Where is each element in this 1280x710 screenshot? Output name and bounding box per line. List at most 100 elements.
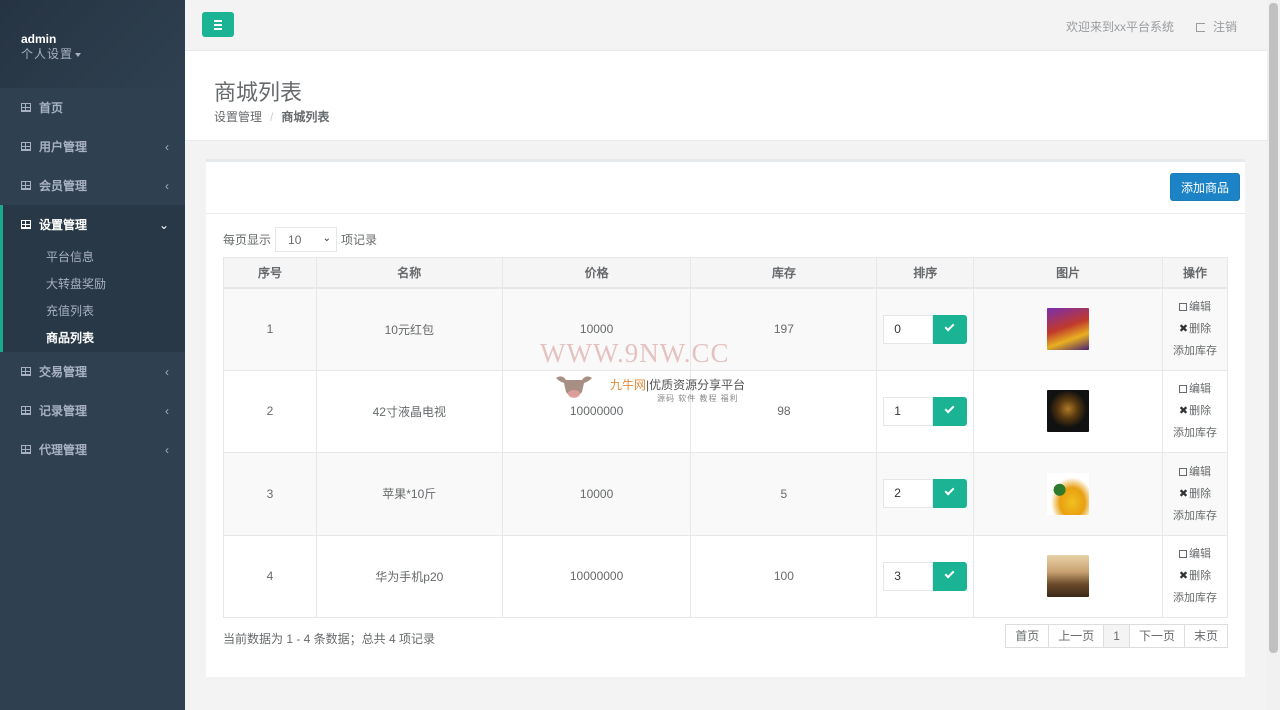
product-thumbnail[interactable] [1047,555,1090,598]
cell-image [973,287,1164,371]
breadcrumb-item-settings[interactable]: 设置管理 [214,110,262,124]
sidebar-subitem-wheel-rewards[interactable]: 大转盘奖励 [3,271,185,298]
table-icon [21,367,31,376]
table-icon [21,406,31,415]
save-sort-button[interactable] [933,396,968,426]
cell-name: 苹果*10斤 [315,452,503,536]
edit-link[interactable]: 编辑 [1179,464,1211,480]
column-header-stock[interactable]: 库存 [690,257,878,289]
edit-label: 编辑 [1189,465,1212,478]
table-icon [21,181,31,190]
product-list-panel: 添加商品 每页显示 10 ⌄ 项记录 序号 名称 价格 库存 排序 图片 操作 … [206,159,1245,677]
edit-link[interactable]: 编辑 [1179,299,1211,315]
pagination-first[interactable]: 首页 [1005,624,1050,648]
save-sort-button[interactable] [933,561,968,591]
cell-id: 4 [223,534,317,618]
logout-label: 注销 [1212,20,1237,34]
scrollbar-thumb[interactable] [1269,3,1278,653]
add-stock-link[interactable]: 添加库存 [1173,508,1217,524]
column-header-name[interactable]: 名称 [315,257,503,289]
sidebar-item-record-management[interactable]: 记录管理 ‹ [0,391,185,430]
save-sort-button[interactable] [933,314,968,344]
sidebar-subitem-product-list[interactable]: 商品列表 [3,325,185,352]
top-navbar: 欢迎来到xx平台系统 注销 [185,0,1267,51]
add-stock-link[interactable]: 添加库存 [1173,343,1217,359]
page-scrollbar[interactable] [1267,0,1280,710]
sidebar-item-label: 记录管理 [39,404,88,418]
close-icon: ✖ [1178,570,1189,583]
chevron-left-icon: ‹ [165,443,169,457]
menu-toggle-button[interactable] [202,12,234,37]
cell-id: 3 [223,452,317,536]
sort-order-input[interactable]: 0 [883,314,934,344]
username[interactable]: admin [21,32,185,46]
sidebar-item-label: 用户管理 [39,140,88,154]
cell-id: 1 [223,287,317,371]
sort-order-input[interactable]: 2 [883,479,934,509]
add-product-button[interactable]: 添加商品 [1169,173,1240,201]
column-header-sort[interactable]: 排序 [876,257,975,289]
sidebar-item-trade-management[interactable]: 交易管理 ‹ [0,352,185,391]
personal-settings-dropdown[interactable]: 个人设置 [21,46,185,62]
pagination-next[interactable]: 下一页 [1128,624,1185,648]
edit-icon [1179,550,1188,559]
cell-sort: 2 [876,452,975,536]
column-header-price[interactable]: 价格 [501,257,692,289]
add-stock-link[interactable]: 添加库存 [1173,590,1217,606]
column-header-image[interactable]: 图片 [973,257,1164,289]
delete-link[interactable]: ✖删除 [1179,486,1211,502]
sidebar-item-settings-management[interactable]: 设置管理 ⌄ [3,205,185,244]
delete-link[interactable]: ✖删除 [1179,321,1211,337]
cell-sort: 1 [876,369,975,453]
sidebar-item-agent-management[interactable]: 代理管理 ‹ [0,430,185,469]
delete-label: 删除 [1189,405,1212,418]
cell-stock: 100 [690,534,878,618]
sidebar-item-home[interactable]: 首页 [0,88,185,127]
edit-label: 编辑 [1189,383,1212,396]
sidebar-item-user-management[interactable]: 用户管理 ‹ [0,127,185,166]
sort-order-input[interactable]: 3 [883,561,934,591]
sidebar-subitem-platform-info[interactable]: 平台信息 [3,244,185,271]
product-thumbnail[interactable] [1047,308,1090,350]
product-thumbnail[interactable] [1047,390,1090,433]
column-header-id[interactable]: 序号 [223,257,317,289]
save-sort-button[interactable] [933,479,968,509]
delete-label: 删除 [1189,570,1212,583]
cell-actions: 编辑 ✖删除 添加库存 [1162,452,1228,536]
pagination-last[interactable]: 末页 [1183,624,1228,648]
edit-link[interactable]: 编辑 [1179,546,1211,562]
table-row: 1 10元红包 10000 197 0 编辑 ✖删除 添加库存 [223,287,1228,371]
pagination-previous[interactable]: 上一页 [1048,624,1105,648]
sidebar-item-label: 代理管理 [39,443,88,457]
close-icon: ✖ [1178,405,1189,418]
hamburger-icon [214,28,222,30]
table-icon [21,103,31,112]
page-length-suffix: 项记录 [341,233,378,247]
sign-out-icon [1195,23,1205,32]
cell-name: 华为手机p20 [315,534,503,618]
breadcrumb: 设置管理 / 商城列表 [214,108,329,125]
sidebar-subitem-recharge-list[interactable]: 充值列表 [3,298,185,325]
pagination-page-1[interactable]: 1 [1103,624,1130,648]
cell-stock: 197 [690,287,878,371]
delete-link[interactable]: ✖删除 [1179,403,1211,419]
add-stock-link[interactable]: 添加库存 [1173,425,1217,441]
breadcrumb-item-current: 商城列表 [281,110,330,124]
page-length-value: 10 [288,232,302,247]
cell-price: 10000 [501,287,692,371]
sort-order-input[interactable]: 1 [883,396,934,426]
close-icon: ✖ [1178,487,1189,500]
cell-sort: 0 [876,287,975,371]
sidebar: admin 个人设置 首页 用户管理 ‹ 会员管理 ‹ 设置管理 ⌄ 平台信息 … [0,0,185,710]
sidebar-item-label: 设置管理 [39,218,88,232]
cell-stock: 98 [690,369,878,453]
logout-link[interactable]: 注销 [1195,18,1237,35]
sidebar-item-member-management[interactable]: 会员管理 ‹ [0,166,185,205]
cell-id: 2 [223,369,317,453]
delete-link[interactable]: ✖删除 [1179,568,1211,584]
product-thumbnail[interactable] [1047,472,1090,515]
caret-down-icon [75,52,82,57]
chevron-down-icon: ⌄ [322,233,332,244]
edit-link[interactable]: 编辑 [1179,381,1211,397]
page-length-select[interactable]: 10 ⌄ [275,227,338,252]
